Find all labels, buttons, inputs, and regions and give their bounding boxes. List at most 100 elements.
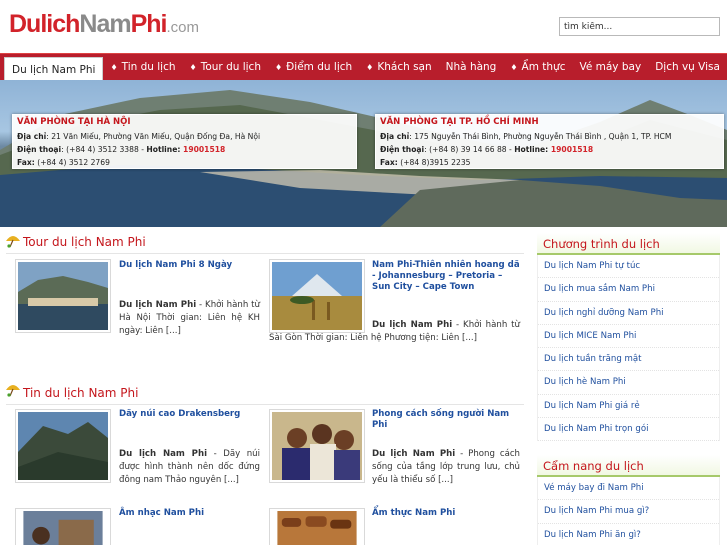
- diamond-icon: ♦: [275, 62, 283, 72]
- address-value: : 21 Văn Miếu, Phường Văn Miếu, Quận Đốn…: [46, 132, 261, 141]
- nav-item-dich-vu-visa[interactable]: Dịch vụ Visa: [648, 54, 727, 81]
- nav-item-tin-du-lich[interactable]: ♦ Tin du lịch: [103, 54, 182, 81]
- sidebar-link[interactable]: Du lịch tuần trăng mật: [538, 348, 719, 372]
- logo-text-dulich: Dulich: [9, 10, 80, 38]
- sidebar-link[interactable]: Du lịch hè Nam Phi: [538, 371, 719, 395]
- news-photo: [23, 511, 103, 545]
- sidebar-link[interactable]: Du lịch Nam Phi trọn gói: [538, 418, 719, 442]
- office-title: VĂN PHÒNG TẠI TP. HỒ CHÍ MINH: [380, 117, 539, 127]
- search-input[interactable]: [559, 17, 720, 36]
- nav-item-du-lich-nam-phi[interactable]: Du lịch Nam Phi: [4, 56, 104, 81]
- desc-lead: Du lịch Nam Phi: [372, 449, 456, 459]
- sidebar-link[interactable]: Du lịch Nam Phi tự túc: [538, 255, 719, 279]
- news-desc-2: Du lịch Nam Phi - Phong cách sống của tầ…: [372, 448, 520, 487]
- nav-item-diem-du-lich[interactable]: ♦ Điểm du lịch: [268, 54, 359, 81]
- phone-label: Điện thoại: [17, 144, 62, 154]
- sidebar-link[interactable]: Vé máy bay đi Nam Phi: [538, 477, 719, 501]
- hotline-value[interactable]: 19001518: [551, 145, 593, 154]
- office-hanoi: VĂN PHÒNG TẠI HÀ NỘI Địa chỉ: 21 Văn Miế…: [12, 114, 357, 169]
- tour-title-2[interactable]: Nam Phi-Thiên nhiên hoang dã - Johannesb…: [372, 260, 520, 293]
- news-title-3[interactable]: Âm nhạc Nam Phi: [119, 508, 259, 519]
- header: DulichNamPhi.com: [0, 0, 727, 52]
- nav-label: Tour du lịch: [200, 60, 261, 73]
- nav-label: Vé máy bay: [579, 60, 642, 73]
- diamond-icon: ♦: [110, 62, 118, 72]
- news-image-2[interactable]: [269, 409, 365, 483]
- sidebar-guide-title: Cẩm nang du lịch: [537, 455, 720, 477]
- news-image-3[interactable]: [15, 508, 111, 545]
- news-title-4[interactable]: Ẩm thực Nam Phi: [372, 508, 520, 519]
- news-title-1[interactable]: Dãy núi cao Drakensberg: [119, 409, 259, 420]
- tour-image-1[interactable]: [15, 259, 111, 333]
- section-divider: [6, 404, 524, 405]
- umbrella-icon: [6, 385, 20, 397]
- fax-label: Fax:: [17, 157, 35, 167]
- logo-text-nam: Nam: [79, 10, 131, 38]
- section-divider: [6, 253, 524, 254]
- sidebar-link[interactable]: Du lịch Nam Phi ăn gì?: [538, 524, 719, 545]
- diamond-icon: ♦: [510, 62, 518, 72]
- news-title-2[interactable]: Phong cách sống người Nam Phi: [372, 409, 520, 431]
- desc-lead: Du lịch Nam Phi: [119, 300, 197, 310]
- office-hcm: VĂN PHÒNG TẠI TP. HỒ CHÍ MINH Địa chỉ: 1…: [375, 114, 724, 169]
- nav-label: Nhà hàng: [445, 60, 497, 73]
- news-image-1[interactable]: [15, 409, 111, 483]
- tour-desc-1: Du lịch Nam Phi - Khởi hành từ Hà Nội Th…: [119, 299, 260, 338]
- nav-label: Khách sạn: [377, 60, 432, 73]
- news-desc-1: Du lịch Nam Phi - Dãy núi được hình thàn…: [119, 448, 260, 487]
- office-fax: Fax: (+84 4) 3512 2769: [17, 157, 352, 170]
- fax-value: (+84 8)3915 2235: [397, 157, 471, 167]
- sidebar-link[interactable]: Du lịch Nam Phi giá rẻ: [538, 395, 719, 419]
- section-title-news: Tin du lịch Nam Phi: [23, 386, 139, 400]
- logo-text-phi: Phi: [130, 10, 168, 38]
- nav-item-tour-du-lich[interactable]: ♦ Tour du lịch: [183, 54, 268, 81]
- desc-lead: Du lịch Nam Phi: [372, 320, 453, 330]
- office-address: Địa chỉ: 21 Văn Miếu, Phường Văn Miếu, Q…: [17, 131, 352, 144]
- nav-label: Dịch vụ Visa: [655, 60, 720, 73]
- tour-desc-2: Du lịch Nam Phi - Khởi hành từ Sài Gòn T…: [269, 319, 520, 345]
- news-photo: [277, 511, 357, 545]
- fax-value: (+84 4) 3512 2769: [34, 157, 110, 167]
- nav-item-khach-san[interactable]: ♦ Khách sạn: [359, 54, 438, 81]
- logo-text-domain: .com: [166, 19, 200, 36]
- main-nav: Du lịch Nam Phi ♦ Tin du lịch ♦ Tour du lị…: [0, 53, 727, 81]
- nav-label: Điểm du lịch: [286, 60, 353, 73]
- office-phone: Điện thoại: (+84 8) 39 14 66 88 - Hotlin…: [380, 144, 719, 157]
- office-address: Địa chỉ: 175 Nguyễn Thái Bình, Phường Ng…: [380, 131, 719, 144]
- phone-value: : (+84 8) 39 14 66 88 -: [424, 144, 515, 154]
- nav-item-am-thuc[interactable]: ♦ Ẩm thực: [503, 54, 572, 81]
- office-phone: Điện thoại: (+84 4) 3512 3388 - Hotline:…: [17, 144, 352, 157]
- sidebar-link[interactable]: Du lịch Nam Phi mua gì?: [538, 500, 719, 524]
- tour-photo: [18, 262, 108, 330]
- diamond-icon: ♦: [189, 62, 197, 72]
- news-photo: [18, 412, 108, 480]
- sidebar-link[interactable]: Du lịch mua sắm Nam Phi: [538, 278, 719, 302]
- news-photo: [272, 412, 362, 480]
- desc-lead: Du lịch Nam Phi: [119, 449, 208, 459]
- hotline-value[interactable]: 19001518: [183, 145, 225, 154]
- nav-item-ve-may-bay[interactable]: Vé máy bay: [572, 54, 648, 81]
- phone-label: Điện thoại: [380, 144, 425, 154]
- hero-banner: VĂN PHÒNG TẠI HÀ NỘI Địa chỉ: 21 Văn Miế…: [0, 80, 727, 227]
- nav-label: Ẩm thực: [521, 60, 566, 73]
- sidebar-link[interactable]: Du lịch nghỉ dưỡng Nam Phi: [538, 302, 719, 325]
- section-title-tours: Tour du lịch Nam Phi: [23, 235, 146, 249]
- sidebar-programs: Chương trình du lịch Du lịch Nam Phi tự …: [537, 233, 720, 442]
- hotline-label: Hotline:: [146, 144, 184, 154]
- site-logo[interactable]: DulichNamPhi.com: [9, 10, 199, 39]
- sidebar-link[interactable]: Du lịch MICE Nam Phi: [538, 325, 719, 349]
- fax-label: Fax:: [380, 157, 398, 167]
- sidebar-guide: Cẩm nang du lịch Vé máy bay đi Nam Phi D…: [537, 455, 720, 545]
- diamond-icon: ♦: [366, 62, 374, 72]
- nav-label: Du lịch Nam Phi: [12, 63, 96, 76]
- nav-item-nha-hang[interactable]: Nhà hàng: [439, 54, 504, 81]
- nav-label: Tin du lịch: [121, 60, 176, 73]
- news-image-4[interactable]: [269, 508, 365, 545]
- tour-title-1[interactable]: Du lịch Nam Phi 8 Ngày: [119, 260, 259, 271]
- hotline-label: Hotline:: [514, 144, 551, 154]
- address-value: : 175 Nguyễn Thái Bình, Phường Nguyễn Th…: [409, 132, 672, 141]
- sidebar-programs-title: Chương trình du lịch: [537, 233, 720, 255]
- office-fax: Fax: (+84 8)3915 2235: [380, 157, 719, 170]
- umbrella-icon: [6, 236, 20, 248]
- address-label: Địa chỉ: [17, 132, 47, 141]
